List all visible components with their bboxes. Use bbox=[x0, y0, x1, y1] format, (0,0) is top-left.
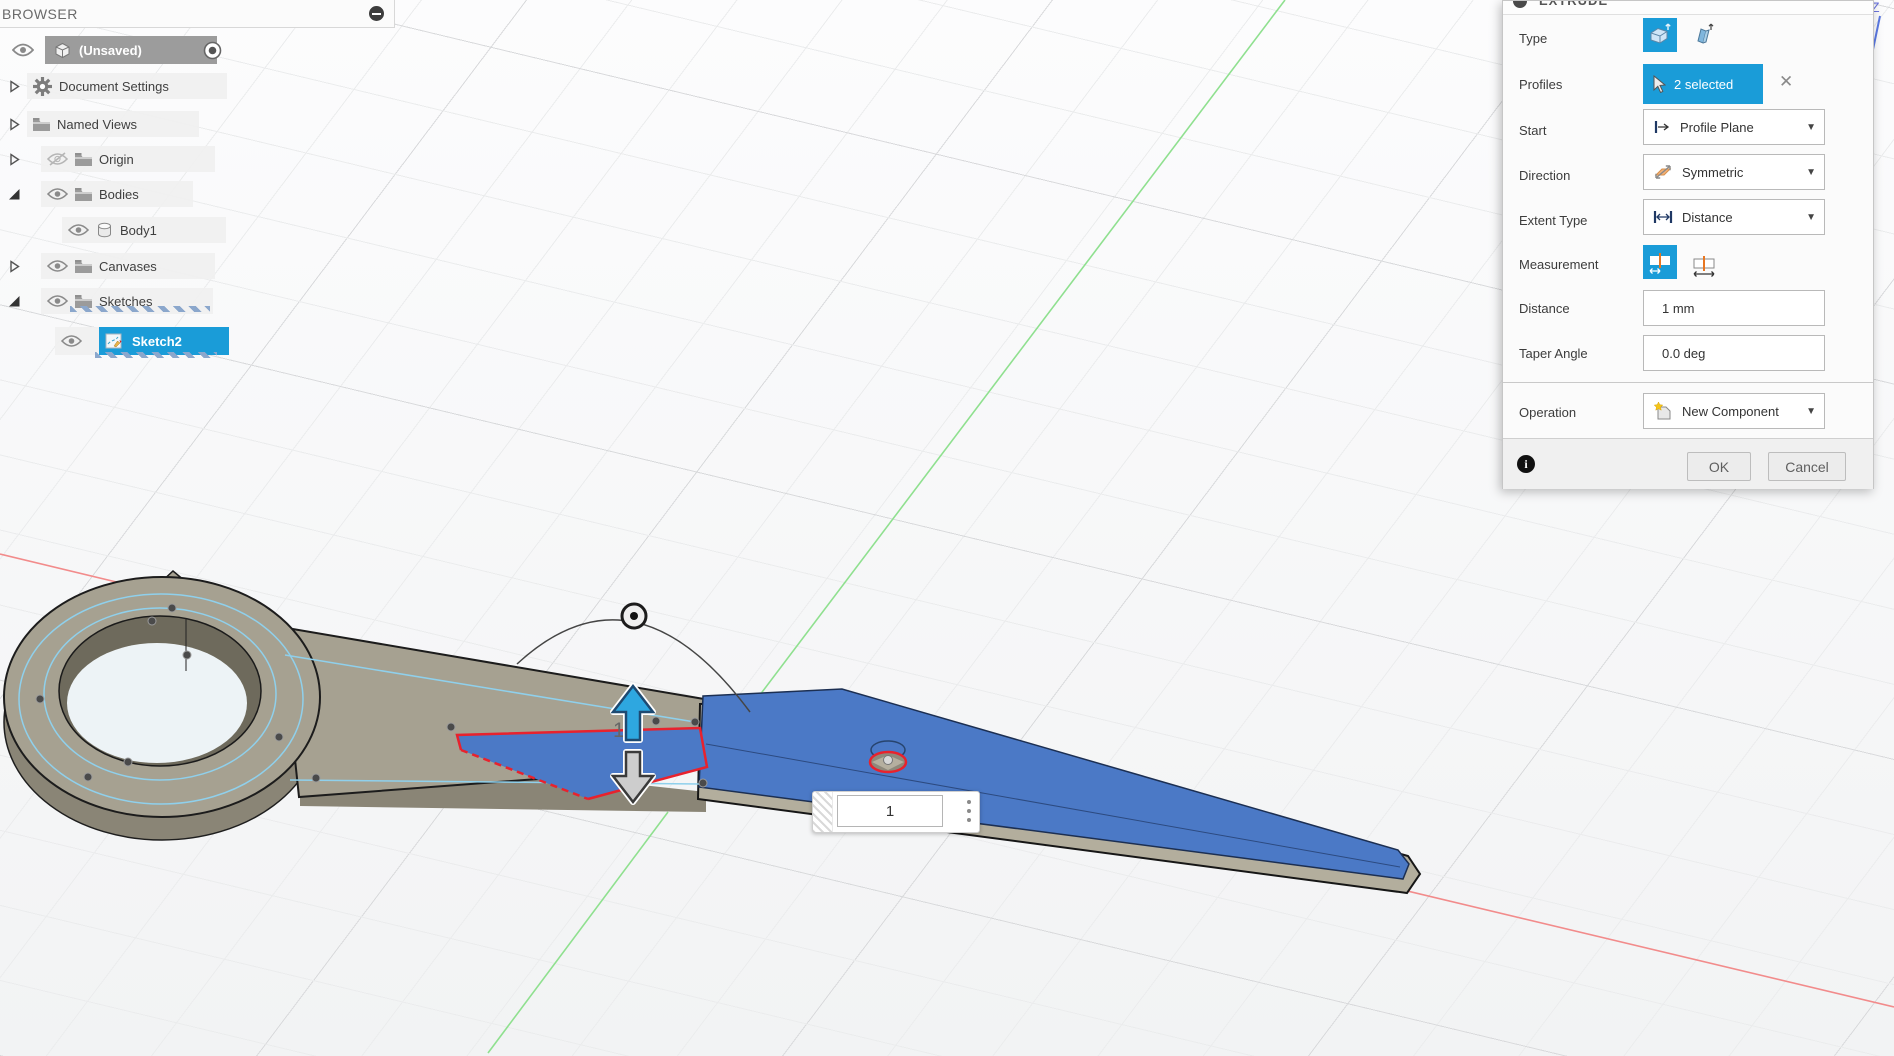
direction-dropdown[interactable]: Symmetric ▼ bbox=[1643, 154, 1825, 190]
type-label: Type bbox=[1519, 31, 1547, 46]
dialog-grip-icon bbox=[1513, 1, 1527, 8]
dialog-title-bar[interactable]: EXTRUDE bbox=[1503, 1, 1873, 15]
sketches-highlight-dashes bbox=[70, 306, 210, 312]
gear-icon bbox=[33, 77, 52, 96]
component-cube-icon bbox=[53, 42, 72, 59]
expand-caret-icon[interactable] bbox=[8, 80, 21, 93]
visibility-eye-icon[interactable] bbox=[61, 334, 82, 348]
measurement-label: Measurement bbox=[1519, 257, 1598, 272]
expand-caret-icon[interactable] bbox=[8, 260, 21, 273]
folder-icon bbox=[75, 260, 92, 273]
operation-dropdown[interactable]: New Component ▼ bbox=[1643, 393, 1825, 429]
browser-row-named-views[interactable]: Named Views bbox=[0, 111, 199, 137]
extent-type-dropdown[interactable]: Distance ▼ bbox=[1643, 199, 1825, 235]
extrude-thin-icon bbox=[1691, 22, 1717, 48]
extent-type-label: Extent Type bbox=[1519, 213, 1587, 228]
visibility-off-eye-icon[interactable] bbox=[47, 152, 68, 166]
ring-hole-floor[interactable] bbox=[67, 643, 247, 763]
start-label: Start bbox=[1519, 123, 1546, 138]
dialog-title: EXTRUDE bbox=[1539, 1, 1608, 8]
y-axis-green bbox=[488, 0, 1285, 1053]
expand-caret-icon[interactable] bbox=[8, 118, 21, 131]
handle-extrude-face[interactable] bbox=[699, 689, 1409, 879]
distance-extent-icon bbox=[1652, 209, 1674, 225]
ok-button[interactable]: OK bbox=[1687, 452, 1751, 481]
row-label: Body1 bbox=[120, 223, 157, 238]
operation-label: Operation bbox=[1519, 405, 1576, 420]
browser-row-bodies[interactable]: Bodies bbox=[0, 181, 193, 207]
expand-caret-icon[interactable] bbox=[8, 153, 21, 166]
collapse-caret-icon[interactable] bbox=[8, 295, 21, 308]
browser-row-canvases[interactable]: Canvases bbox=[0, 253, 215, 279]
row-label: Canvases bbox=[99, 259, 157, 274]
operation-value: New Component bbox=[1682, 404, 1779, 419]
cursor-icon bbox=[1651, 75, 1666, 94]
profiles-select-button[interactable]: 2 selected bbox=[1643, 64, 1763, 104]
body-cylinder-icon bbox=[96, 222, 113, 238]
chevron-down-icon: ▼ bbox=[1806, 122, 1816, 133]
visibility-eye-icon[interactable] bbox=[47, 259, 68, 273]
profile-plane-icon bbox=[1652, 119, 1672, 135]
extrude-dialog: EXTRUDE Type Profiles 2 selected ✕ Start… bbox=[1502, 0, 1874, 489]
start-dropdown[interactable]: Profile Plane ▼ bbox=[1643, 109, 1825, 145]
sketch2-highlight-dashes bbox=[95, 352, 217, 358]
direction-value: Symmetric bbox=[1682, 165, 1743, 180]
type-solid-button[interactable] bbox=[1643, 18, 1677, 52]
start-value: Profile Plane bbox=[1680, 120, 1754, 135]
taper-angle-input[interactable] bbox=[1643, 335, 1825, 371]
type-thin-button[interactable] bbox=[1687, 18, 1721, 52]
profiles-count: 2 selected bbox=[1674, 77, 1733, 92]
new-component-icon bbox=[1652, 401, 1674, 421]
folder-icon bbox=[75, 188, 92, 201]
browser-header: BROWSER bbox=[0, 0, 395, 28]
row-label: Bodies bbox=[99, 187, 139, 202]
info-icon[interactable]: i bbox=[1517, 455, 1535, 473]
folder-icon bbox=[33, 118, 50, 131]
extrude-solid-icon bbox=[1647, 22, 1673, 48]
symmetric-icon bbox=[1652, 163, 1674, 181]
collapse-caret-icon[interactable] bbox=[8, 188, 21, 201]
distance-widget bbox=[812, 791, 980, 833]
visibility-eye-icon[interactable] bbox=[12, 43, 34, 57]
visibility-eye-icon[interactable] bbox=[68, 223, 89, 237]
browser-row-body1[interactable]: Body1 bbox=[0, 217, 226, 243]
measure-whole-icon bbox=[1691, 253, 1717, 277]
profiles-label: Profiles bbox=[1519, 77, 1562, 92]
root-document-label: (Unsaved) bbox=[79, 43, 142, 58]
profiles-clear-icon[interactable]: ✕ bbox=[1779, 72, 1793, 92]
browser-row-sketch2[interactable]: Sketch2 bbox=[0, 327, 105, 355]
measurement-half-button[interactable] bbox=[1643, 245, 1677, 279]
chevron-down-icon: ▼ bbox=[1806, 167, 1816, 178]
dialog-footer: i OK Cancel bbox=[1503, 438, 1873, 489]
measure-half-icon bbox=[1647, 250, 1673, 274]
chevron-down-icon: ▼ bbox=[1806, 212, 1816, 223]
activate-radio-button[interactable] bbox=[203, 41, 222, 60]
visibility-eye-icon[interactable] bbox=[47, 294, 68, 308]
row-label: Named Views bbox=[57, 117, 137, 132]
row-label: Origin bbox=[99, 152, 134, 167]
sketch-icon bbox=[105, 332, 124, 351]
viewport-distance-input[interactable] bbox=[837, 795, 943, 827]
rotate-manipulator-knob[interactable] bbox=[622, 604, 646, 628]
distance-label: Distance bbox=[1519, 301, 1570, 316]
taper-angle-label: Taper Angle bbox=[1519, 346, 1588, 361]
row-label: Document Settings bbox=[59, 79, 169, 94]
visibility-eye-icon[interactable] bbox=[47, 187, 68, 201]
browser-title: BROWSER bbox=[2, 6, 78, 22]
extent-type-value: Distance bbox=[1682, 210, 1733, 225]
folder-icon bbox=[75, 153, 92, 166]
dialog-divider bbox=[1503, 382, 1873, 383]
browser-collapse-button[interactable] bbox=[369, 6, 384, 21]
direction-label: Direction bbox=[1519, 168, 1570, 183]
row-label: Sketch2 bbox=[132, 334, 182, 349]
measurement-whole-button[interactable] bbox=[1687, 248, 1721, 282]
cancel-button[interactable]: Cancel bbox=[1768, 452, 1846, 481]
browser-row-document-settings[interactable]: Document Settings bbox=[0, 73, 227, 99]
chevron-down-icon: ▼ bbox=[1806, 406, 1816, 417]
widget-drag-handle[interactable] bbox=[813, 792, 833, 832]
browser-row-origin[interactable]: Origin bbox=[0, 146, 215, 172]
widget-kebab-menu[interactable] bbox=[967, 800, 971, 822]
distance-input[interactable] bbox=[1643, 290, 1825, 326]
